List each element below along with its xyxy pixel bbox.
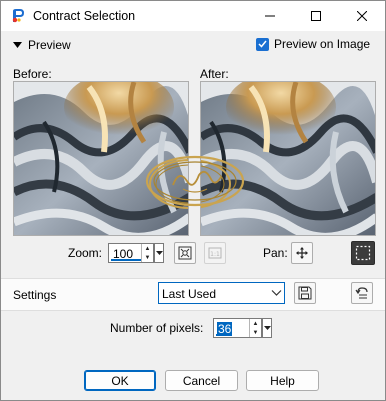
settings-label: Settings [13,288,57,302]
preset-dropdown[interactable]: Last Used [158,282,285,304]
actual-size-icon: 1:1 [208,247,222,259]
zoom-stepper[interactable]: ▲ ▼ [141,244,153,262]
close-button[interactable] [339,1,385,31]
number-of-pixels-label: Number of pixels: [110,321,204,335]
marquee-selection-icon [355,245,371,261]
pixels-increment-icon[interactable]: ▲ [250,319,261,328]
zoom-increment-icon[interactable]: ▲ [142,244,153,253]
before-label: Before: [13,67,52,81]
zoom-actual-size-button[interactable]: 1:1 [204,242,226,264]
minimize-icon [265,15,275,17]
title-bar: Contract Selection [1,1,385,31]
zoom-fit-icon [178,246,192,260]
pan-label: Pan: [263,246,288,260]
maximize-icon [311,11,321,21]
save-preset-button[interactable] [294,282,316,304]
help-button[interactable]: Help [246,370,319,391]
pixels-decrement-icon[interactable]: ▼ [250,328,261,337]
preview-label: Preview [28,38,71,52]
pixels-dropdown-arrow-icon[interactable] [262,318,272,338]
zoom-dropdown-arrow-icon[interactable] [154,243,164,263]
zoom-spinbox[interactable]: 100 ▲ ▼ [108,243,164,263]
after-label: After: [200,67,229,81]
chevron-down-icon [271,290,282,296]
ok-button[interactable]: OK [84,370,156,391]
maximize-button[interactable] [293,1,339,31]
checkbox-checked-icon [256,37,269,51]
close-icon [357,11,367,21]
zoom-fit-button[interactable] [174,242,196,264]
window-title: Contract Selection [33,9,136,23]
preview-on-image-label: Preview on Image [274,37,371,51]
pixels-stepper[interactable]: ▲ ▼ [249,319,261,337]
svg-text:1:1: 1:1 [210,251,220,258]
pan-button[interactable] [291,242,313,264]
app-logo-icon [10,8,26,24]
caret-down-icon [13,42,22,48]
zoom-decrement-icon[interactable]: ▼ [142,253,153,262]
reset-defaults-button[interactable] [351,282,373,304]
number-of-pixels-spinbox[interactable]: 36 ▲ ▼ [213,318,272,338]
cancel-button[interactable]: Cancel [165,370,238,391]
save-disk-icon [298,286,312,300]
preset-value: Last Used [162,287,217,301]
preview-on-image-checkbox[interactable]: Preview on Image [256,37,370,51]
pixels-field-focus-underline [216,334,224,336]
preview-collapse-toggle[interactable]: Preview [13,38,71,52]
selection-view-button[interactable] [351,241,375,265]
reset-undo-icon [355,287,368,299]
zoom-label: Zoom: [68,246,103,260]
minimize-button[interactable] [247,1,293,31]
gold-seal-watermark [145,155,245,207]
zoom-field-focus-underline [111,259,141,261]
pan-move-icon [296,247,308,259]
contract-selection-dialog: Contract Selection Preview Preview on Im… [0,0,386,401]
